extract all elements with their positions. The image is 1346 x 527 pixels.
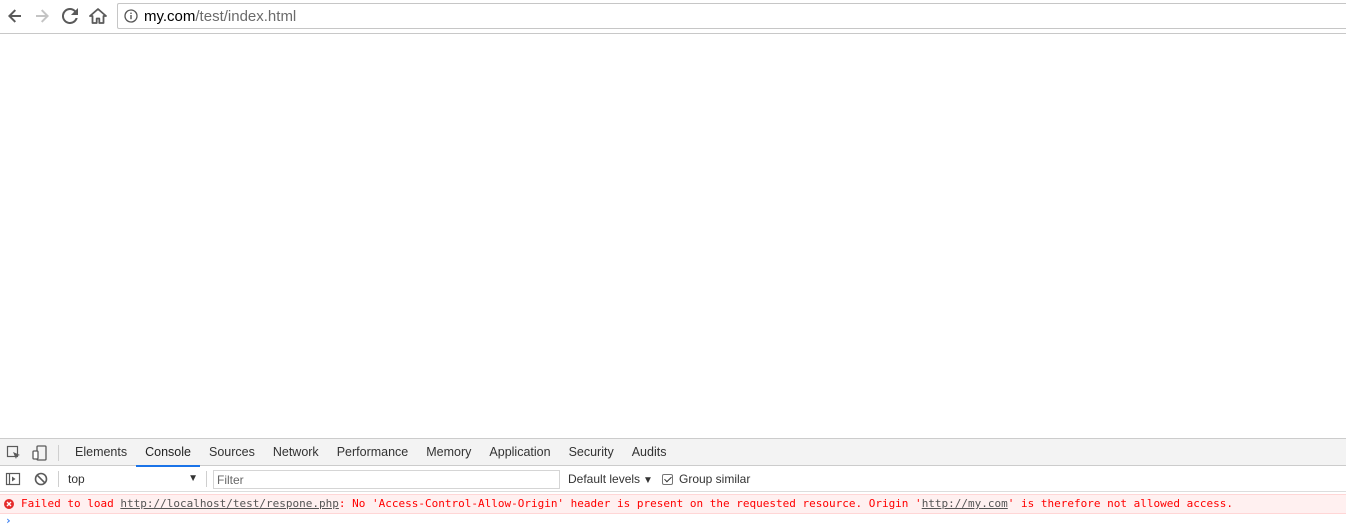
log-levels-label: Default levels bbox=[568, 472, 641, 486]
console-toolbar: top ▼ Default levels▼ Group similar bbox=[0, 467, 1346, 492]
context-value: top bbox=[68, 472, 85, 486]
error-icon bbox=[4, 499, 14, 509]
back-arrow-icon[interactable] bbox=[3, 4, 27, 28]
url-path: /test/index.html bbox=[195, 8, 297, 25]
tab-network[interactable]: Network bbox=[264, 439, 328, 466]
browser-toolbar: my.com/test/index.html bbox=[0, 0, 1346, 34]
tab-audits[interactable]: Audits bbox=[623, 439, 676, 466]
device-toolbar-icon[interactable] bbox=[31, 444, 49, 462]
clear-console-icon[interactable] bbox=[32, 470, 50, 488]
prompt-chevron-icon: › bbox=[5, 514, 12, 527]
page-viewport bbox=[0, 35, 1346, 438]
dropdown-caret-icon: ▼ bbox=[643, 475, 653, 486]
tab-performance[interactable]: Performance bbox=[328, 439, 418, 466]
console-prompt[interactable]: › bbox=[0, 514, 1346, 527]
toolbar-divider bbox=[206, 471, 207, 487]
reload-icon[interactable] bbox=[58, 4, 82, 28]
dropdown-caret-icon: ▼ bbox=[188, 473, 198, 484]
devtools-tabbar: Elements Console Sources Network Perform… bbox=[0, 439, 1346, 467]
console-filter-input[interactable] bbox=[213, 470, 560, 489]
error-middle: : No 'Access-Control-Allow-Origin' heade… bbox=[338, 497, 922, 510]
group-similar-toggle[interactable]: Group similar bbox=[662, 469, 750, 489]
error-text: Failed to load http://localhost/test/res… bbox=[21, 495, 1233, 513]
info-icon[interactable] bbox=[124, 9, 138, 23]
console-messages: Failed to load http://localhost/test/res… bbox=[0, 493, 1346, 527]
forward-arrow-icon[interactable] bbox=[30, 4, 54, 28]
tab-security[interactable]: Security bbox=[560, 439, 623, 466]
tab-application[interactable]: Application bbox=[480, 439, 559, 466]
tab-console[interactable]: Console bbox=[136, 439, 200, 467]
error-request-link[interactable]: http://localhost/test/respone.php bbox=[120, 497, 339, 510]
error-suffix: ' is therefore not allowed access. bbox=[1007, 497, 1233, 510]
context-selector[interactable]: top ▼ bbox=[62, 469, 202, 489]
tab-memory[interactable]: Memory bbox=[417, 439, 480, 466]
group-similar-checkbox[interactable] bbox=[662, 473, 673, 485]
console-error-message: Failed to load http://localhost/test/res… bbox=[0, 494, 1346, 514]
tab-elements[interactable]: Elements bbox=[66, 439, 136, 466]
log-levels-dropdown[interactable]: Default levels ▼ bbox=[568, 469, 653, 489]
toolbar-divider bbox=[58, 445, 59, 461]
address-bar[interactable]: my.com/test/index.html bbox=[117, 3, 1346, 29]
group-similar-label: Group similar bbox=[679, 472, 751, 486]
toolbar-divider bbox=[58, 471, 59, 487]
inspect-element-icon[interactable] bbox=[5, 444, 23, 462]
url-text[interactable]: my.com/test/index.html bbox=[144, 8, 296, 25]
error-prefix: Failed to load bbox=[21, 497, 121, 510]
tab-sources[interactable]: Sources bbox=[200, 439, 264, 466]
home-icon[interactable] bbox=[86, 4, 110, 28]
url-host: my.com bbox=[144, 8, 196, 25]
show-sidebar-icon[interactable] bbox=[4, 470, 22, 488]
devtools-panel: Elements Console Sources Network Perform… bbox=[0, 438, 1346, 527]
devtools-tabs: Elements Console Sources Network Perform… bbox=[66, 439, 676, 467]
error-origin-link[interactable]: http://my.com bbox=[922, 497, 1008, 510]
